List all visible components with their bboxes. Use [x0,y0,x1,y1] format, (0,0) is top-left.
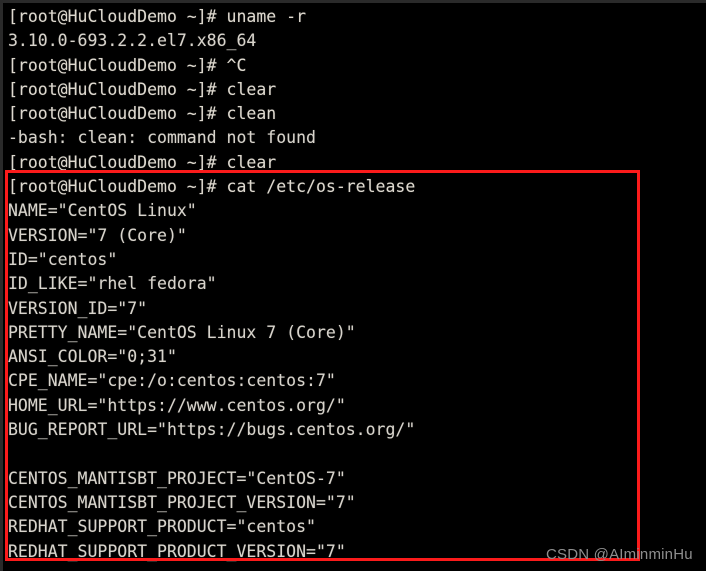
terminal-line: [root@HuCloudDemo ~]# clean [8,104,277,124]
csdn-watermark: CSDN @AIminminHu [546,546,693,563]
terminal-line: CENTOS_MANTISBT_PROJECT="CentOS-7" [8,468,346,488]
terminal-line: ID_LIKE="rhel fedora" [8,274,217,294]
terminal-line: [root@HuCloudDemo ~]# clear [8,79,277,99]
terminal-line: ID="centos" [8,249,118,269]
terminal-line: [root@HuCloudDemo ~]# cat /etc/os-releas… [8,177,416,197]
terminal-output-area[interactable]: [root@HuCloudDemo ~]# uname -r 3.10.0-69… [3,3,706,564]
terminal-line: CPE_NAME="cpe:/o:centos:centos:7" [8,371,336,391]
terminal-line: BUG_REPORT_URL="https://bugs.centos.org/… [8,420,416,440]
terminal-line: [root@HuCloudDemo ~]# ^C [8,55,247,75]
terminal-line: CENTOS_MANTISBT_PROJECT_VERSION="7" [8,492,356,512]
terminal-line: -bash: clean: command not found [8,128,316,148]
terminal-line: [root@HuCloudDemo ~]# clear [8,152,277,172]
terminal-line: 3.10.0-693.2.2.el7.x86_64 [8,31,257,51]
terminal-line: [root@HuCloudDemo ~]# uname -r [8,7,307,26]
terminal-line: VERSION="7 (Core)" [8,225,187,245]
terminal-line: REDHAT_SUPPORT_PRODUCT="centos" [8,517,316,537]
terminal-bottom-strip [3,563,706,571]
terminal-line: ANSI_COLOR="0;31" [8,347,177,367]
terminal-line: PRETTY_NAME="CentOS Linux 7 (Core)" [8,322,356,342]
terminal-line: HOME_URL="https://www.centos.org/" [8,395,346,415]
terminal-window[interactable]: [root@HuCloudDemo ~]# uname -r 3.10.0-69… [0,0,706,571]
terminal-line: NAME="CentOS Linux" [8,201,197,221]
terminal-line: VERSION_ID="7" [8,298,148,318]
